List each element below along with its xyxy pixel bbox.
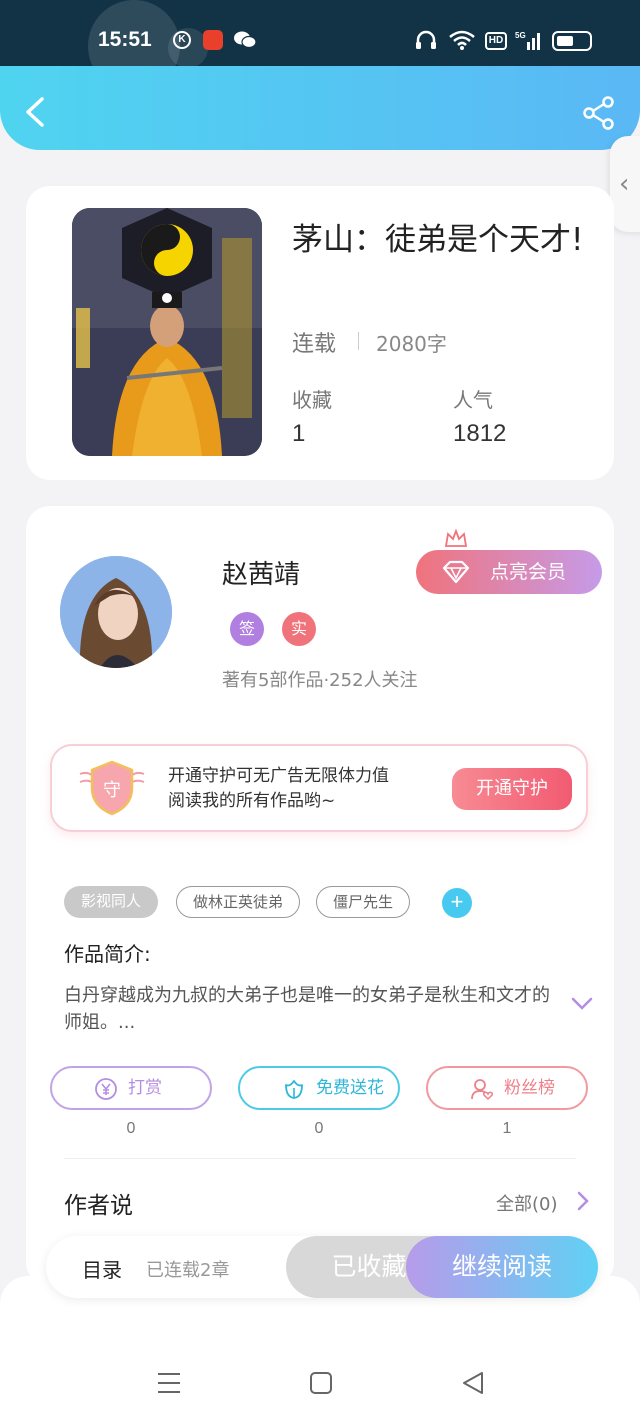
signal-icon: 5G xyxy=(515,31,540,50)
wechat-icon xyxy=(234,31,256,49)
reward-button[interactable]: 打赏 xyxy=(50,1066,212,1110)
back-triangle-icon[interactable] xyxy=(460,1370,486,1396)
guard-icon-text: 守 xyxy=(103,780,121,801)
author-meta: 著有5部作品·252人关注 xyxy=(222,670,418,691)
author-card: 赵茜靖 签 实 著有5部作品·252人关注 点亮会员 守 开通守护可无广告无限体… xyxy=(26,506,614,1286)
fan-ranking-button[interactable]: 粉丝榜 xyxy=(426,1066,588,1110)
intro-text: 白丹穿越成为九叔的大弟子也是唯一的女弟子是秋生和文才的师姐。... xyxy=(64,985,550,1033)
crown-icon xyxy=(444,528,468,547)
top-header xyxy=(0,66,640,150)
favorites-count: 1 xyxy=(292,420,306,447)
back-arrow-icon[interactable] xyxy=(22,96,48,128)
divider xyxy=(358,332,359,350)
vip-button[interactable]: 点亮会员 xyxy=(416,528,602,594)
guard-promo-box: 守 开通守护可无广告无限体力值 阅读我的所有作品哟~ 开通守护 xyxy=(50,744,588,832)
guard-description: 开通守护可无广告无限体力值 阅读我的所有作品哟~ xyxy=(168,764,428,814)
fan-ranking-label: 粉丝榜 xyxy=(504,1078,555,1098)
popularity-count: 1812 xyxy=(453,420,507,447)
menu-icon[interactable] xyxy=(156,1370,182,1396)
see-all-link[interactable]: 全部(0) xyxy=(496,1190,558,1216)
open-guard-button[interactable]: 开通守护 xyxy=(452,768,572,810)
user-heart-icon xyxy=(471,1079,494,1101)
signed-badge: 签 xyxy=(230,612,264,646)
add-tag-plus-icon[interactable]: + xyxy=(442,888,472,918)
diamond-icon xyxy=(442,560,470,584)
author-avatar[interactable] xyxy=(60,556,172,668)
author-name[interactable]: 赵茜靖 xyxy=(222,554,300,591)
avatar-illustration xyxy=(60,556,172,668)
free-flower-button[interactable]: 免费送花 xyxy=(238,1066,400,1110)
bottom-action-bar: 目录 已连载2章 已收藏 继续阅读 xyxy=(46,1236,598,1298)
reward-count: 0 xyxy=(126,1120,136,1137)
book-title: 茅山：徒弟是个天才! xyxy=(292,222,584,258)
k-app-icon: K xyxy=(173,31,191,49)
guard-line-2: 阅读我的所有作品哟~ xyxy=(168,791,336,811)
side-drawer-tab[interactable]: ‹ xyxy=(610,136,640,232)
hd-icon: HD xyxy=(485,32,507,50)
divider xyxy=(64,1158,576,1159)
coin-yen-icon xyxy=(95,1078,117,1100)
guard-line-1: 开通守护可无广告无限体力值 xyxy=(168,766,389,786)
notification-app-icon xyxy=(203,30,223,50)
cover-illustration xyxy=(72,208,262,456)
popularity-label: 人气 xyxy=(453,388,493,412)
book-info-card: 茅山：徒弟是个天才! 连载 2080字 收藏 1 人气 1812 xyxy=(26,186,614,480)
tag-film-fanfic[interactable]: 影视同人 xyxy=(64,886,158,918)
wifi-icon xyxy=(449,30,475,50)
status-bar: 15:51 K HD 5G xyxy=(0,0,640,92)
signal-label: 5G xyxy=(515,31,526,40)
continue-reading-button[interactable]: 继续阅读 xyxy=(406,1236,598,1298)
chevron-right-icon[interactable] xyxy=(576,1190,590,1212)
book-status: 连载 xyxy=(292,332,337,357)
flower-count: 0 xyxy=(314,1120,324,1137)
chevron-down-icon[interactable] xyxy=(570,996,594,1012)
intro-label: 作品简介: xyxy=(64,942,151,966)
reward-label: 打赏 xyxy=(128,1078,162,1098)
status-time: 15:51 xyxy=(98,28,152,51)
book-cover[interactable] xyxy=(72,208,262,456)
guard-shield-icon: 守 xyxy=(79,760,145,816)
battery-icon xyxy=(552,31,592,51)
verified-badge: 实 xyxy=(282,612,316,646)
tag-mr-vampire[interactable]: 僵尸先生 xyxy=(316,886,410,918)
favorites-label: 收藏 xyxy=(292,388,332,412)
share-icon[interactable] xyxy=(582,96,616,130)
flower-icon xyxy=(285,1080,303,1099)
author-says-heading: 作者说 xyxy=(64,1193,133,1219)
free-flower-label: 免费送花 xyxy=(316,1078,384,1098)
tag-lin-zhengying-disciple[interactable]: 做林正英徒弟 xyxy=(176,886,300,918)
vip-button-label: 点亮会员 xyxy=(490,561,567,583)
book-word-count: 2080字 xyxy=(376,332,447,356)
toc-button[interactable]: 目录 xyxy=(82,1254,122,1283)
home-square-icon[interactable] xyxy=(308,1370,334,1396)
serial-status: 已连载2章 xyxy=(146,1260,230,1281)
headphone-icon xyxy=(416,30,436,49)
chevron-left-icon: ‹ xyxy=(619,169,630,199)
fan-count: 1 xyxy=(502,1120,512,1137)
